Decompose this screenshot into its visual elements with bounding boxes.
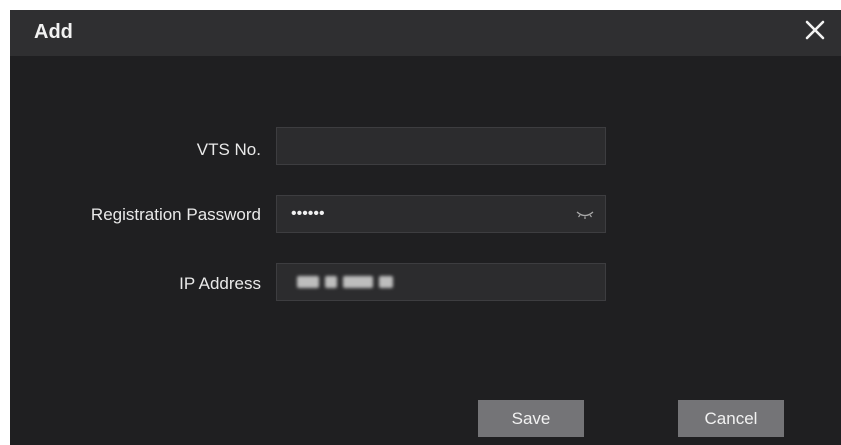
vts-no-label: VTS No. (196, 140, 261, 159)
ip-address-label: IP Address (179, 274, 261, 293)
eye-closed-icon[interactable] (575, 207, 595, 221)
vts-no-input[interactable] (277, 128, 605, 164)
ip-address-obscured-value (297, 276, 393, 288)
registration-password-field[interactable]: •••••• (276, 195, 606, 233)
add-dialog: Add VTS No. Registration Password ••••••… (10, 10, 841, 445)
password-masked-value: •••••• (291, 205, 325, 222)
close-icon[interactable] (803, 18, 827, 42)
cancel-button[interactable]: Cancel (678, 400, 784, 437)
vts-no-field[interactable] (276, 127, 606, 165)
ip-address-field[interactable] (276, 263, 606, 301)
dialog-title: Add (34, 21, 73, 43)
save-button[interactable]: Save (478, 400, 584, 437)
dialog-titlebar: Add (10, 10, 841, 56)
registration-password-label: Registration Password (90, 205, 261, 224)
